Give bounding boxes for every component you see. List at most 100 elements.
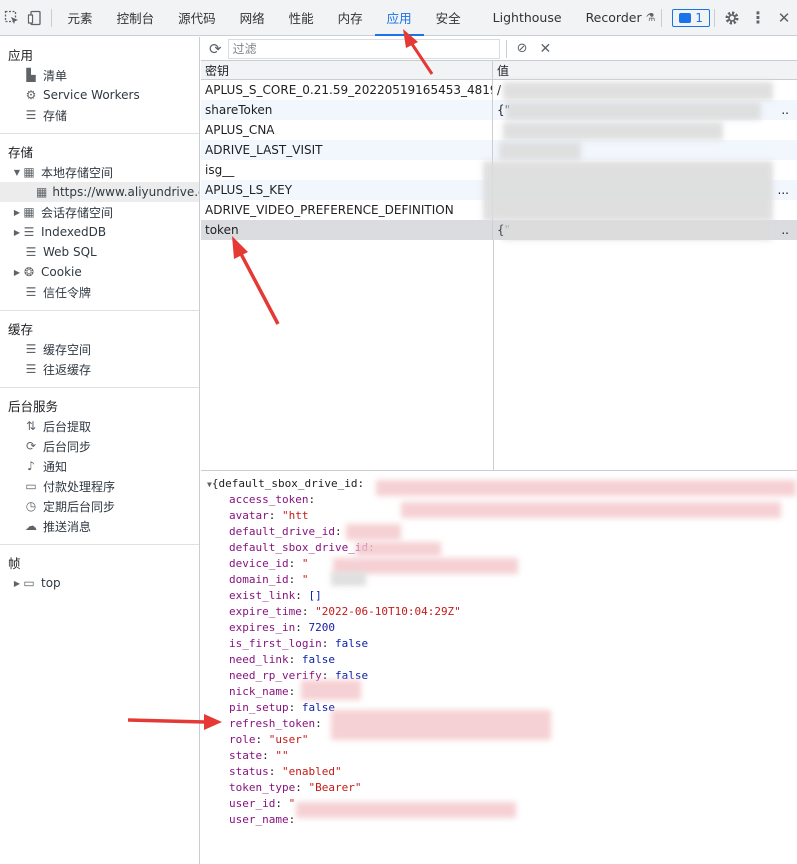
json-property[interactable]: token_type: "Bearer" <box>201 780 797 796</box>
sidebar-item-cookie[interactable]: ▶ ❂ Cookie <box>0 262 199 282</box>
more-options-icon[interactable]: ⋮ <box>745 0 771 36</box>
json-key: user_id <box>229 797 276 810</box>
sidebar-item-background-sync[interactable]: ⟳ 后台同步 <box>0 436 199 456</box>
column-header-key[interactable]: 密钥 <box>201 61 493 79</box>
sidebar-item-label: 后台提取 <box>43 419 92 434</box>
redaction-blur <box>503 82 773 100</box>
value-ellipsis: .. <box>781 223 789 237</box>
clear-all-icon[interactable]: ⊘ <box>517 41 528 56</box>
sidebar-item-label: 存储 <box>43 108 68 123</box>
sidebar-section-title: 后台服务 <box>8 398 59 414</box>
json-property[interactable]: status: "enabled" <box>201 764 797 780</box>
sidebar-item-label: Web SQL <box>43 245 97 259</box>
json-key: token_type <box>229 781 296 794</box>
key-cell: APLUS_CNA <box>201 120 493 140</box>
tab-console[interactable]: 控制台 <box>105 0 167 36</box>
sidebar-item-background-fetch[interactable]: ⇅ 后台提取 <box>0 416 199 436</box>
json-property[interactable]: default_sbox_drive_id: <box>201 540 797 556</box>
tab-elements[interactable]: 元素 <box>56 0 105 36</box>
tab-performance[interactable]: 性能 <box>277 0 326 36</box>
redaction-blur <box>506 102 761 120</box>
json-property[interactable]: expires_in: 7200 <box>201 620 797 636</box>
json-property[interactable]: need_rp_verify: false <box>201 668 797 684</box>
sidebar-item-back-forward-cache[interactable]: ☰ 往返缓存 <box>0 359 199 379</box>
gear-icon[interactable] <box>719 0 745 36</box>
close-icon[interactable]: ✕ <box>771 0 797 36</box>
filter-input[interactable] <box>227 38 500 59</box>
issues-counter-button[interactable]: 1 <box>672 8 710 27</box>
sidebar-item-periodic-sync[interactable]: ◷ 定期后台同步 <box>0 496 199 516</box>
redaction-blur <box>296 802 516 818</box>
json-property[interactable]: is_first_login: false <box>201 636 797 652</box>
json-colon: : <box>321 637 335 650</box>
sidebar-item-cache-storage[interactable]: ☰ 缓存空间 <box>0 339 199 359</box>
grid-icon: ▦ <box>23 205 35 219</box>
sidebar-item-session-storage[interactable]: ▶ ▦ 会话存储空间 <box>0 202 199 222</box>
sidebar-section-title: 应用 <box>8 47 34 63</box>
sidebar-item-label: 缓存空间 <box>43 342 92 357</box>
sidebar-item-notifications[interactable]: ♪ 通知 <box>0 456 199 476</box>
column-divider <box>493 240 494 470</box>
chevron-right-icon[interactable]: ▶ <box>12 268 22 277</box>
sidebar-section-background-services: 后台服务 ⇅ 后台提取 ⟳ 后台同步 ♪ 通知 ▭ 付款处理程序 ◷ 定期后台同… <box>0 388 199 545</box>
sidebar-item-local-origin[interactable]: ▦ https://www.aliyundrive.com <box>0 182 199 202</box>
json-value: "enabled" <box>282 765 342 778</box>
json-colon: : <box>268 509 282 522</box>
json-property[interactable]: domain_id: " <box>201 572 797 588</box>
json-property[interactable]: default_drive_id: <box>201 524 797 540</box>
json-value: "Bearer" <box>308 781 362 794</box>
issues-count: 1 <box>695 10 703 25</box>
sidebar-item-payment-handler[interactable]: ▭ 付款处理程序 <box>0 476 199 496</box>
json-root-label: {default_sbox_drive_id: <box>211 477 365 490</box>
json-value: 7200 <box>308 621 335 634</box>
sidebar-item-push-messaging[interactable]: ☁ 推送消息 <box>0 516 199 536</box>
delete-selected-icon[interactable]: ✕ <box>539 41 551 57</box>
redaction-blur <box>401 502 781 518</box>
json-property[interactable]: exist_link: [] <box>201 588 797 604</box>
sync-icon: ⟳ <box>25 439 37 453</box>
redaction-blur <box>483 161 773 221</box>
chevron-right-icon[interactable]: ▶ <box>12 228 22 237</box>
column-header-value[interactable]: 值 <box>493 61 797 79</box>
value-text: / <box>497 83 502 97</box>
sidebar-item-trust-tokens[interactable]: ☰ 信任令牌 <box>0 282 199 302</box>
toolbar-divider <box>714 8 715 27</box>
json-key: is_first_login <box>229 637 322 650</box>
tab-network[interactable]: 网络 <box>228 0 277 36</box>
json-property[interactable]: nick_name: <box>201 684 797 700</box>
sidebar-item-local-storage[interactable]: ▼ ▦ 本地存储空间 <box>0 162 199 182</box>
tab-sources[interactable]: 源代码 <box>166 0 228 36</box>
json-value: "" <box>275 749 289 762</box>
tab-memory[interactable]: 内存 <box>326 0 375 36</box>
toolbar-divider <box>505 39 507 58</box>
inspect-element-icon[interactable] <box>0 0 23 36</box>
sidebar-item-websql[interactable]: ☰ Web SQL <box>0 242 199 262</box>
sidebar-item-service-workers[interactable]: ⚙ Service Workers <box>0 85 199 105</box>
tab-lighthouse[interactable]: Lighthouse <box>473 0 574 36</box>
sidebar-item-label: Service Workers <box>43 88 140 102</box>
key-cell: token <box>201 220 493 240</box>
chevron-down-icon[interactable]: ▼ <box>12 168 22 177</box>
refresh-icon[interactable]: ⟳ <box>209 40 222 58</box>
chevron-right-icon[interactable]: ▶ <box>12 208 22 217</box>
devtools-tabbar: 元素 控制台 源代码 网络 性能 内存 应用 安全 Lighthouse Rec… <box>0 0 797 36</box>
tab-security[interactable]: 安全 <box>424 0 473 36</box>
tab-application[interactable]: 应用 <box>374 0 424 36</box>
json-property[interactable]: expire_time: "2022-06-10T10:04:29Z" <box>201 604 797 620</box>
json-key: access_token <box>229 493 309 506</box>
device-toolbar-icon[interactable] <box>23 0 46 36</box>
sidebar-item-storage[interactable]: ☰ 存储 <box>0 105 199 125</box>
sidebar-section-storage: 存储 ▼ ▦ 本地存储空间 ▦ https://www.aliyundrive.… <box>0 134 199 311</box>
json-property[interactable]: need_link: false <box>201 652 797 668</box>
tab-recorder[interactable]: Recorder ⚗ <box>574 0 658 36</box>
sidebar-item-indexeddb[interactable]: ▶ ☰ IndexedDB <box>0 222 199 242</box>
redaction-blur <box>301 680 361 700</box>
json-key: pin_setup <box>229 701 289 714</box>
sidebar-item-frame-top[interactable]: ▶ ▭ top <box>0 573 199 593</box>
sidebar-item-label: IndexedDB <box>41 225 107 239</box>
json-property[interactable]: state: "" <box>201 748 797 764</box>
json-colon: : <box>275 797 289 810</box>
chevron-right-icon[interactable]: ▶ <box>12 579 22 588</box>
sidebar-item-manifest[interactable]: ▙ 清单 <box>0 65 199 85</box>
sidebar-section-frames: 帧 ▶ ▭ top <box>0 545 199 601</box>
